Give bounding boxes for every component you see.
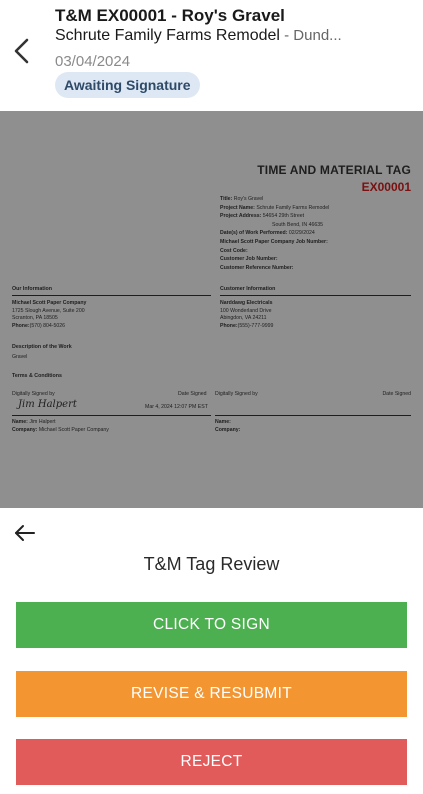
title-value: Roy's Gravel <box>233 196 264 202</box>
signer-block: Name: Jim Halpert Company: Michael Scott… <box>12 419 109 434</box>
customer-info-block: Narddawg Electricals 100 Wonderland Driv… <box>220 300 273 330</box>
signature-image: Jim Halpert <box>18 399 77 410</box>
name-value: Jim Halpert <box>29 419 56 425</box>
signature-line <box>12 415 211 416</box>
subtitle-separator: - <box>279 27 294 44</box>
date-signed-label: Date Signed <box>382 391 411 397</box>
header: T&M EX00001 - Roy's Gravel Schrute Famil… <box>0 0 423 111</box>
terms-title: Terms & Conditions <box>12 373 62 379</box>
job-number-label: Michael Scott Paper Company Job Number: <box>220 238 328 245</box>
review-title: T&M Tag Review <box>143 554 280 574</box>
digitally-signed-by-label: Digitally Signed by <box>12 391 55 397</box>
our-company: Michael Scott Paper Company <box>12 300 87 306</box>
customer-phone: (555)-777-9999 <box>237 322 274 329</box>
customer-address2: Abingdon, VA 24211 <box>220 315 267 322</box>
click-to-sign-button[interactable]: CLICK TO SIGN <box>16 602 407 648</box>
company-value: Michael Scott Paper Company <box>38 426 109 433</box>
divider <box>12 295 211 296</box>
signature-line <box>215 415 411 416</box>
our-address1: 1725 Slough Avenue, Suite 200 <box>12 307 85 314</box>
right-name-label: Name: <box>215 419 231 425</box>
customer-signer-block: Name: Company: <box>215 419 240 434</box>
page-title: T&M EX00001 - Roy's Gravel <box>55 6 285 25</box>
tag-date: 03/04/2024 <box>55 53 131 70</box>
project-name-value: Schrute Family Farms Remodel <box>256 204 330 211</box>
title-label: Title: <box>220 196 233 202</box>
our-phone: (570) 804-5026 <box>29 322 66 329</box>
project-name: Schrute Family Farms Remodel <box>55 27 280 44</box>
chevron-left-icon[interactable] <box>10 36 34 66</box>
company-label: Company: <box>12 426 38 433</box>
revise-resubmit-button[interactable]: REVISE & RESUBMIT <box>16 671 407 717</box>
tag-metadata: Title: Roy's Gravel Project Name: Schrut… <box>220 195 329 272</box>
our-info-title: Our Information <box>12 286 53 292</box>
status-badge: Awaiting Signature <box>55 72 200 98</box>
description-value: Gravel <box>12 354 28 360</box>
divider <box>220 295 411 296</box>
review-panel: T&M Tag Review CLICK TO SIGN REVISE & RE… <box>0 508 423 794</box>
project-address-line2: South Bend, IN 46635 <box>272 221 324 228</box>
document-preview[interactable]: TIME AND MATERIAL TAG EX00001 Title: Roy… <box>0 111 423 508</box>
customer-company: Narddawg Electricals <box>220 300 273 306</box>
customer-info-title: Customer Information <box>220 286 276 292</box>
date-signed-label: Date Signed <box>178 391 207 397</box>
project-location: Dund... <box>293 27 342 44</box>
signed-datetime: Mar 4, 2024 12:07 PM EST <box>145 404 208 410</box>
right-company-label: Company: <box>215 426 241 433</box>
customer-job-label: Customer Job Number: <box>220 256 278 263</box>
document-number: EX00001 <box>361 180 411 194</box>
document-heading: TIME AND MATERIAL TAG <box>257 163 411 177</box>
digitally-signed-by-label: Digitally Signed by <box>215 391 258 397</box>
name-label: Name: <box>12 419 28 425</box>
project-name-label: Project Name: <box>220 204 255 211</box>
customer-phone-label: Phone: <box>220 322 238 329</box>
cost-code-label: Cost Code: <box>220 247 248 254</box>
our-info-block: Michael Scott Paper Company 1725 Slough … <box>12 300 86 330</box>
project-address-label: Project Address: <box>220 213 262 220</box>
customer-ref-label: Customer Reference Number: <box>220 264 294 271</box>
dates-value: 02/29/2024 <box>288 230 315 237</box>
project-address-line1: 54654 29th Street <box>262 213 305 220</box>
customer-address1: 100 Wonderland Drive <box>220 307 272 314</box>
our-address2: Scranton, PA 18505 <box>12 315 58 322</box>
reject-button[interactable]: REJECT <box>16 739 407 785</box>
description-title: Description of the Work <box>12 344 72 350</box>
dates-label: Date(s) of Work Performed: <box>220 230 288 237</box>
project-subtitle: Schrute Family Farms Remodel - Dund... <box>55 27 415 45</box>
our-phone-label: Phone: <box>12 322 30 329</box>
arrow-left-icon[interactable] <box>14 524 36 542</box>
